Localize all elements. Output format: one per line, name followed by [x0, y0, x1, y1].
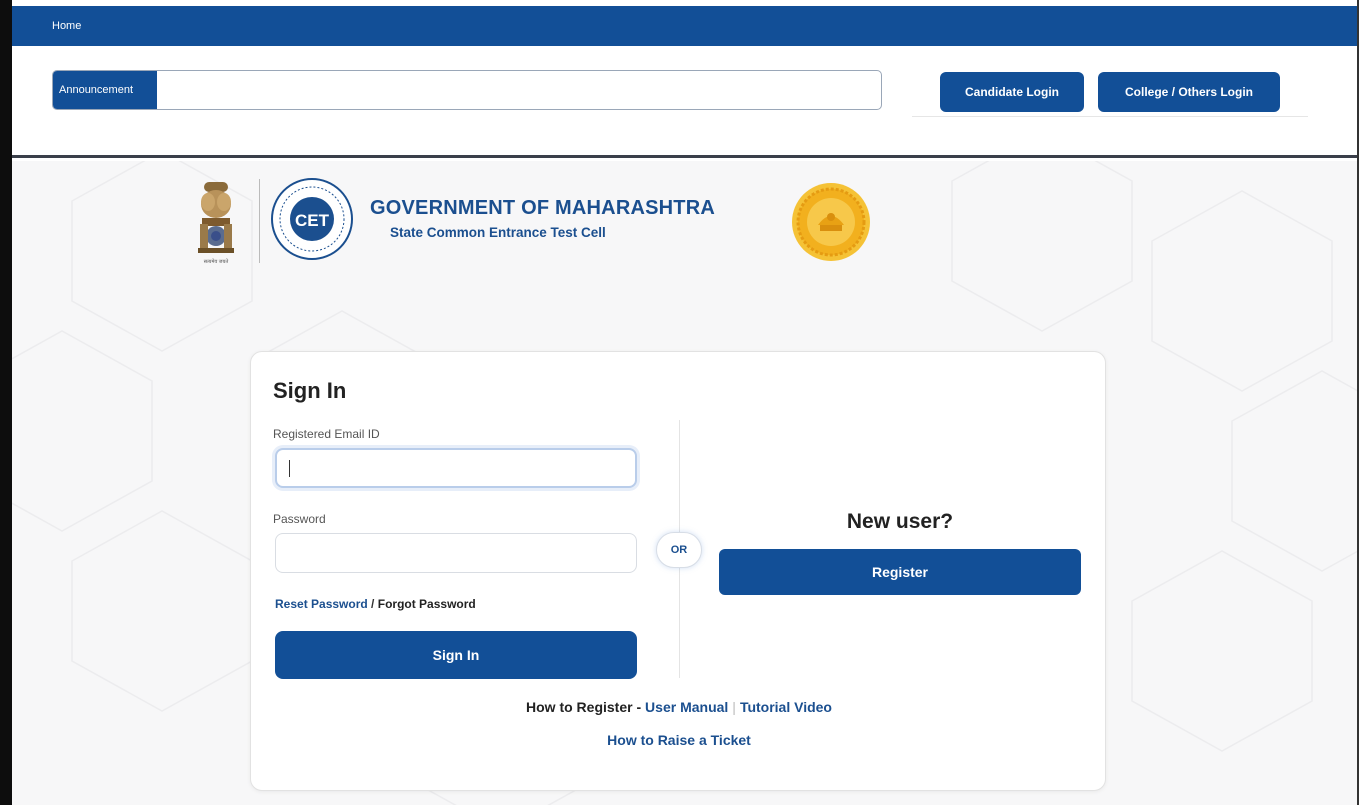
logo-divider — [259, 179, 260, 263]
top-nav-bar: Home — [12, 6, 1357, 46]
email-field[interactable] — [275, 448, 637, 488]
help-dash: - — [632, 699, 646, 715]
reset-password-link[interactable]: Reset Password — [275, 597, 368, 611]
login-buttons-underline — [912, 116, 1308, 117]
user-manual-link[interactable]: User Manual — [645, 699, 728, 715]
government-subtitle: State Common Entrance Test Cell — [390, 225, 606, 240]
help-links: How to Register - User Manual | Tutorial V… — [251, 699, 1107, 715]
how-to-register-label: How to Register — [526, 699, 633, 715]
candidate-login-button[interactable]: Candidate Login — [940, 72, 1084, 112]
announcement-bar: Announcement — [52, 70, 882, 110]
page-frame: Home Announcement Candidate Login Colleg… — [0, 0, 1359, 805]
reset-separator: / — [367, 597, 378, 611]
or-badge: OR — [656, 532, 702, 568]
announcement-ticker — [159, 71, 881, 109]
maharashtra-seal-icon — [792, 183, 870, 261]
national-emblem-icon: सत्यमेव जयते — [198, 182, 234, 265]
register-button[interactable]: Register — [719, 549, 1081, 595]
cet-logo-icon: CET — [271, 178, 353, 260]
signin-card: Sign In Registered Email ID Password Res… — [250, 351, 1106, 791]
tutorial-video-link[interactable]: Tutorial Video — [740, 699, 832, 715]
raise-ticket-link[interactable]: How to Raise a Ticket — [607, 732, 751, 748]
svg-text:सत्यमेव जयते: सत्यमेव जयते — [204, 258, 229, 265]
signin-title: Sign In — [273, 378, 347, 403]
text-caret — [289, 460, 290, 477]
help-pipe: | — [732, 699, 736, 715]
forgot-password-link[interactable]: Forgot Password — [378, 597, 476, 611]
svg-text:CET: CET — [295, 211, 330, 230]
announcement-label: Announcement — [53, 71, 157, 109]
college-others-login-button[interactable]: College / Others Login — [1098, 72, 1280, 112]
nav-home-link[interactable]: Home — [52, 20, 81, 32]
raise-ticket-row: How to Raise a Ticket — [251, 732, 1107, 748]
email-label: Registered Email ID — [273, 427, 380, 441]
password-label: Password — [273, 512, 326, 526]
government-title: GOVERNMENT OF MAHARASHTRA — [370, 197, 715, 219]
new-user-heading: New user? — [846, 510, 954, 533]
signin-button[interactable]: Sign In — [275, 631, 637, 679]
main-area: सत्यमेव जयते CET GOVERNMENT OF MAHARASHT… — [12, 161, 1357, 805]
password-field[interactable] — [275, 533, 637, 573]
reset-forgot-links: Reset Password / Forgot Password — [275, 597, 476, 611]
announcement-row: Announcement Candidate Login College / O… — [12, 46, 1357, 158]
